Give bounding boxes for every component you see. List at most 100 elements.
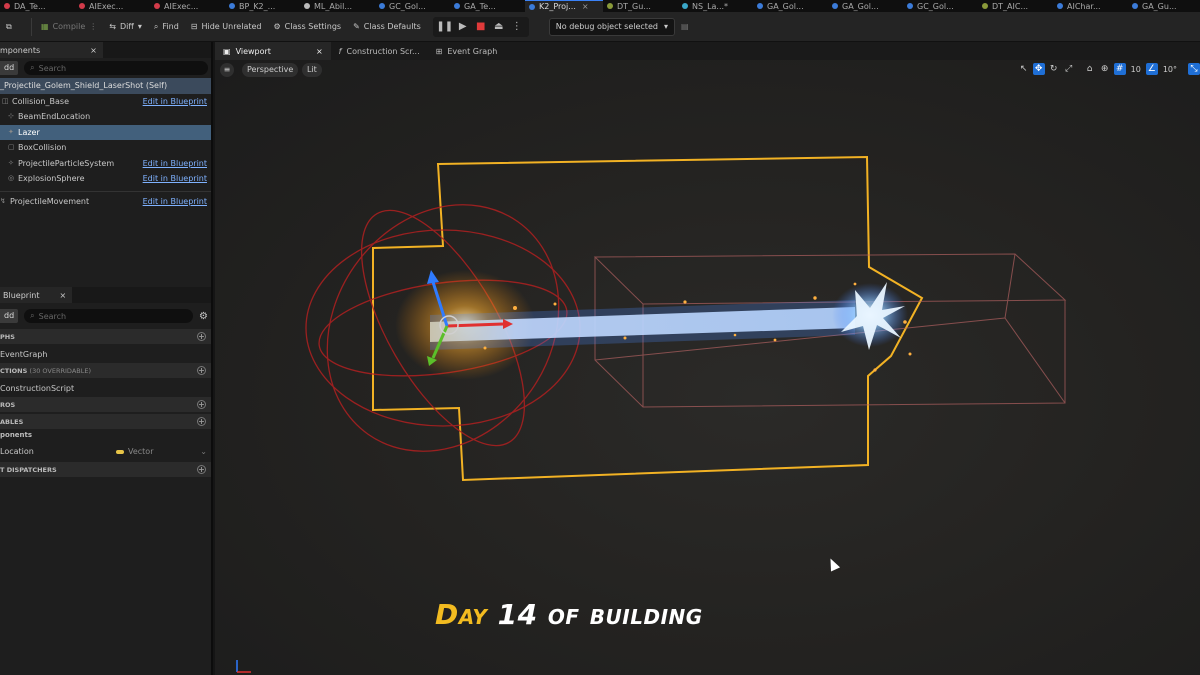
surface-snap-icon[interactable]: ⊕ [1099,63,1111,75]
document-tab-label: GA_Te... [464,1,496,11]
rotate-icon[interactable]: ↻ [1048,63,1060,75]
stop-button[interactable]: ■ [473,19,489,35]
components-header: dd ⌕ Search [0,58,211,78]
asset-type-icon [379,3,385,9]
viewport-3d[interactable]: ≡ Perspective Lit ↖ ✥ ↻ ⤢ ⌂ ⊕ # 10 ∠ 10°… [215,60,1200,675]
document-tab[interactable]: BP_K2_... [225,0,300,12]
document-tab[interactable]: NS_La...* [678,0,753,12]
variables-header: ABLES [0,417,24,426]
perspective-button[interactable]: Perspective [242,63,299,77]
document-tab[interactable]: GA_Te... [450,0,525,12]
blueprint-search-input[interactable]: ⌕ Search [24,309,194,323]
functions-section[interactable]: CTIONS (30 OVERRIDABLE) + [0,363,211,378]
close-icon[interactable]: × [582,1,589,12]
document-tab[interactable]: ML_Abil... [300,0,375,12]
document-tab[interactable]: GA_Gol... [828,0,903,12]
rotation-snap-icon[interactable]: ∠ [1145,63,1158,75]
function-item-construction-script[interactable]: ConstructionScript [0,380,211,397]
document-tab[interactable]: GA_Gol... [753,0,828,12]
scale-icon[interactable]: ⤢ [1063,63,1075,75]
find-icon: ⌕ [153,21,159,31]
component-list: ◫ Collision_Base Edit in Blueprint ⊹ BeamEnd… [0,94,211,187]
diff-button[interactable]: ⇆ Diff ▾ [103,16,148,38]
document-tab[interactable]: AIExec... [75,0,150,12]
add-variable-icon[interactable]: + [197,417,206,426]
component-row[interactable]: ◎ ExplosionSphere Edit in Blueprint [0,171,211,187]
component-row[interactable]: ✧ ProjectileParticleSystem Edit in Bluepri… [0,156,211,172]
compile-button[interactable]: ▦ Compile ⋮ [35,16,103,38]
world-space-icon[interactable]: ⌂ [1084,63,1096,75]
close-icon[interactable]: × [316,47,323,56]
components-tab[interactable]: mponents × [0,42,211,58]
eject-button[interactable]: ⏏ [491,19,507,35]
document-tab-label: AIExec... [89,1,124,11]
component-row[interactable]: ▢ BoxCollision [0,140,211,156]
edit-in-blueprint-link[interactable]: Edit in Blueprint [143,174,207,183]
play-options-button[interactable]: ⋮ [509,19,525,35]
chevron-down-icon: ▾ [663,22,668,31]
document-tab[interactable]: DA_Te... [0,0,75,12]
rotation-snap-value[interactable]: 10° [1161,65,1179,74]
find-button[interactable]: ⌕ Find [148,16,185,38]
hide-unrelated-button[interactable]: ⊟ Hide Unrelated [185,16,268,38]
translate-icon[interactable]: ✥ [1032,63,1045,75]
self-component-row[interactable]: _Projectile_Golem_Shield_LaserShot (Self… [0,78,211,94]
viewport-options-button[interactable]: ≡ [220,63,234,77]
edit-in-blueprint-link[interactable]: Edit in Blueprint [143,97,207,106]
add-macro-icon[interactable]: + [197,400,206,409]
select-icon[interactable]: ↖ [1018,63,1030,75]
variable-row-location[interactable]: Location Vector ⌄ [0,443,211,460]
tab-viewport[interactable]: ▣ Viewport × [215,42,331,60]
graphs-section[interactable]: PHS + [0,329,211,344]
asset-type-icon [454,3,460,9]
event-dispatchers-section[interactable]: T DISPATCHERS + [0,462,211,477]
chevron-down-icon[interactable]: ⌄ [200,447,207,456]
graph-item-eventgraph[interactable]: EventGraph [0,346,211,363]
document-tab[interactable]: DT_AIC... [978,0,1053,12]
add-member-button[interactable]: dd [0,309,19,323]
movement-icon: ↯ [0,196,6,205]
debug-filter-button[interactable]: ▤ [675,16,695,38]
document-tab[interactable]: AIChar... [1053,0,1128,12]
component-row[interactable]: ◫ Collision_Base Edit in Blueprint [0,94,211,110]
component-row-projectile-movement[interactable]: ↯ ProjectileMovement Edit in Blueprint [0,194,211,210]
lit-button[interactable]: Lit [302,63,322,77]
add-graph-icon[interactable]: + [197,332,206,341]
step-button[interactable]: ▶ [455,19,471,35]
gear-icon[interactable]: ⚙ [199,311,208,322]
close-icon[interactable]: × [90,46,97,55]
add-function-icon[interactable]: + [197,366,206,375]
my-blueprint-tab[interactable]: Blueprint × [0,287,211,303]
document-tab[interactable]: GC_Gol... [375,0,450,12]
grid-snap-icon[interactable]: # [1113,63,1126,75]
class-settings-button[interactable]: ⚙ Class Settings [268,16,348,38]
variables-section[interactable]: ABLES + [0,414,211,429]
vector-type-pill [116,449,124,454]
pause-button[interactable]: ❚❚ [436,19,453,35]
document-tab[interactable]: K2_Proj... × [525,0,603,12]
component-row[interactable]: ⊹ BeamEndLocation [0,109,211,125]
document-tab[interactable]: AIExec... [150,0,225,12]
close-icon[interactable]: × [60,291,67,300]
document-tab[interactable]: GC_Gol... [903,0,978,12]
components-search-input[interactable]: ⌕ Search [24,61,208,75]
tab-construction-script[interactable]: f Construction Scr... [331,42,428,60]
class-defaults-button[interactable]: ✎ Class Defaults [347,16,427,38]
document-tab[interactable]: DT_Gu... [603,0,678,12]
tab-event-graph[interactable]: ⊞ Event Graph [428,42,506,60]
debug-object-select[interactable]: No debug object selected ▾ [548,17,675,36]
component-row[interactable]: ✦ Lazer [0,124,211,140]
scale-snap-icon[interactable]: ⤡ [1188,63,1200,75]
more-icon: ⋮ [89,22,98,31]
add-dispatcher-icon[interactable]: + [197,465,206,474]
tab-label: Construction Scr... [346,46,420,56]
document-tab[interactable]: GA_Gu... [1128,0,1200,12]
edit-in-blueprint-link[interactable]: Edit in Blueprint [143,159,207,168]
add-component-button[interactable]: dd [0,61,19,75]
search-placeholder: Search [38,311,67,321]
edit-in-blueprint-link[interactable]: Edit in Blueprint [143,197,207,206]
grid-snap-value[interactable]: 10 [1129,65,1143,74]
browse-button[interactable]: ⧉ [0,16,28,38]
asset-type-icon [607,3,613,9]
macros-section[interactable]: ROS + [0,397,211,412]
